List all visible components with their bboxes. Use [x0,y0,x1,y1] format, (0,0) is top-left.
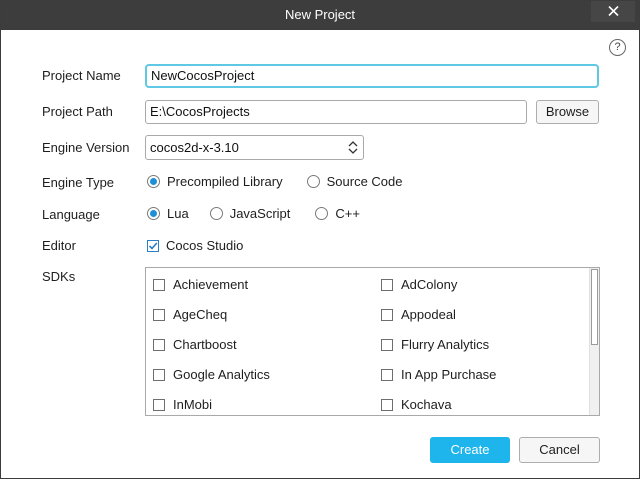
window-title: New Project [284,7,356,22]
checkbox-icon [381,278,393,291]
cocos-studio-checkbox[interactable]: Cocos Studio [147,238,243,253]
sdk-item-label: AdColony [401,277,458,292]
checkbox-icon [153,278,165,291]
language-label: Language [42,207,100,222]
sdk-item-label: InMobi [173,397,213,412]
checkbox-icon [381,338,393,351]
checkbox-icon [153,368,165,381]
checkmark-icon [147,239,159,252]
sdk-item-kochava[interactable]: Kochava [381,397,452,412]
project-name-input[interactable]: NewCocosProject [145,64,599,88]
project-path-label: Project Path [42,104,113,119]
checkbox-icon [153,308,165,321]
sdk-item-flurry-analytics[interactable]: Flurry Analytics [381,337,489,352]
sdk-item-label: AgeCheq [173,307,228,322]
engine-version-value: cocos2d-x-3.10 [150,140,239,155]
sdk-item-in-app-purchase[interactable]: In App Purchase [381,367,496,382]
new-project-dialog: New Project ? Project Name NewCocosProje… [0,0,640,479]
chevron-up-down-icon [343,136,363,159]
sdks-label: SDKs [42,269,76,284]
title-bar: New Project [1,1,639,30]
checkbox-icon [381,368,393,381]
sdk-item-google-analytics[interactable]: Google Analytics [153,367,270,382]
engine-version-label: Engine Version [42,140,130,155]
sdk-item-agecheq[interactable]: AgeCheq [153,307,227,322]
engine-type-label: Engine Type [42,175,115,190]
engine-type-source-label: Source Code [326,174,403,189]
checkbox-icon [381,308,393,321]
project-path-input[interactable]: E:\CocosProjects [145,100,527,124]
create-button[interactable]: Create [430,437,510,463]
language-cpp-label: C++ [335,206,360,221]
language-cpp-radio[interactable]: C++ [315,206,360,221]
scrollbar-thumb[interactable] [591,269,598,345]
project-name-label: Project Name [42,68,121,83]
sdk-item-achievement[interactable]: Achievement [153,277,248,292]
cancel-button[interactable]: Cancel [519,437,600,463]
radio-selected-icon [147,207,160,220]
engine-type-group: Precompiled Library Source Code [147,174,403,189]
sdk-item-appodeal[interactable]: Appodeal [381,307,456,322]
engine-type-precompiled-radio[interactable]: Precompiled Library [147,174,283,189]
close-button[interactable] [591,1,635,22]
radio-unselected-icon [315,207,329,220]
engine-type-source-radio[interactable]: Source Code [306,174,403,189]
sdk-item-label: Achievement [173,277,249,292]
editor-label: Editor [42,238,76,253]
radio-unselected-icon [209,207,223,220]
language-lua-label: Lua [167,206,189,221]
checkbox-icon [381,398,393,411]
sdk-item-inmobi[interactable]: InMobi [153,397,212,412]
cocos-studio-label: Cocos Studio [166,238,244,253]
sdk-list[interactable]: Achievement AdColony AgeCheq Appodeal Ch… [145,267,600,416]
help-icon[interactable]: ? [609,39,626,56]
language-group: Lua JavaScript C++ [147,206,360,221]
radio-selected-icon [147,175,160,188]
checkbox-icon [153,338,165,351]
sdk-list-scrollbar[interactable] [589,268,599,415]
sdk-item-label: In App Purchase [401,367,497,382]
sdk-item-chartboost[interactable]: Chartboost [153,337,237,352]
sdk-item-adcolony[interactable]: AdColony [381,277,457,292]
sdk-item-label: Flurry Analytics [401,337,490,352]
engine-type-precompiled-label: Precompiled Library [167,174,283,189]
sdk-item-label: Kochava [401,397,452,412]
radio-unselected-icon [306,175,320,188]
browse-button[interactable]: Browse [536,100,599,124]
sdk-item-label: Appodeal [401,307,456,322]
close-icon [608,6,619,16]
sdk-item-label: Chartboost [173,337,237,352]
language-javascript-radio[interactable]: JavaScript [209,206,291,221]
language-lua-radio[interactable]: Lua [147,206,189,221]
checkbox-icon [153,398,165,411]
engine-version-select[interactable]: cocos2d-x-3.10 [145,135,364,160]
sdk-item-label: Google Analytics [173,367,270,382]
language-javascript-label: JavaScript [229,206,291,221]
